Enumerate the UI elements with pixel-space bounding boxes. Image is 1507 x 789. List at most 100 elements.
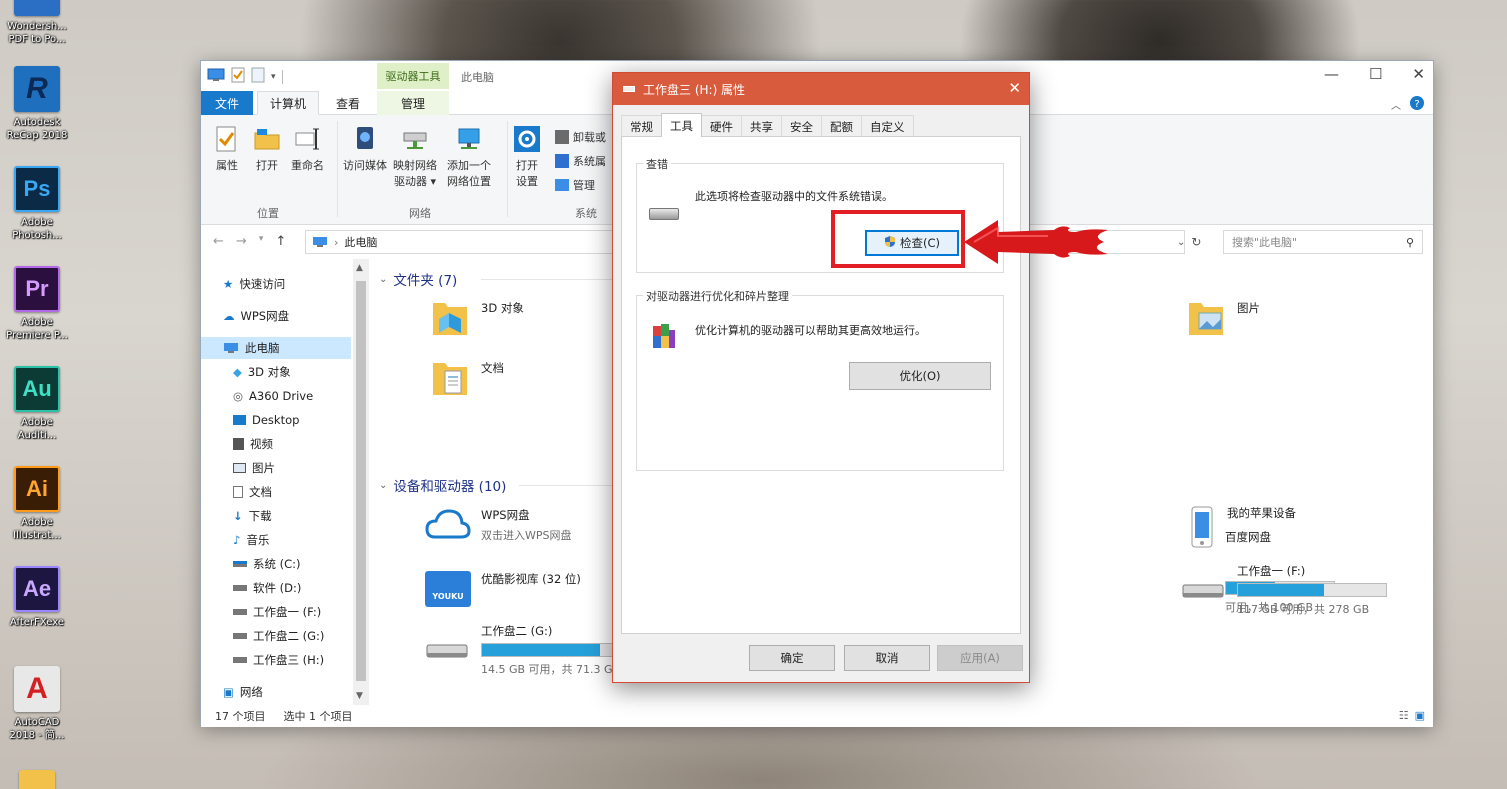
nav-item-drive-g[interactable]: 工作盘二 (G:) — [233, 627, 324, 645]
large-icons-view-icon[interactable]: ▣ — [1415, 709, 1425, 722]
cancel-label: 取消 — [875, 651, 899, 665]
nav-item-this-pc[interactable]: 此电脑 — [201, 337, 351, 359]
computer-icon[interactable] — [207, 68, 225, 85]
tab-view[interactable]: 查看 — [323, 91, 373, 115]
forward-arrow-icon[interactable]: → — [236, 234, 247, 249]
close-icon[interactable]: ✕ — [1008, 79, 1021, 97]
nav-item-network[interactable]: ▣ 网络 — [223, 683, 263, 701]
tab-customize[interactable]: 自定义 — [861, 115, 914, 137]
open-button[interactable]: 打开 — [253, 125, 281, 173]
nav-item-videos[interactable]: 视频 — [233, 435, 273, 453]
scrollbar-thumb[interactable] — [356, 281, 366, 681]
nav-item-drive-f[interactable]: 工作盘一 (F:) — [233, 603, 321, 621]
nav-item-wps-cloud[interactable]: ☁ WPS网盘 — [223, 307, 289, 325]
nav-item-desktop[interactable]: Desktop — [233, 411, 299, 429]
navigation-scrollbar[interactable]: ▲ ▼ — [353, 259, 369, 705]
collapse-ribbon-icon[interactable]: ︿ — [1391, 97, 1401, 112]
nav-item-drive-c[interactable]: 系统 (C:) — [233, 555, 301, 573]
cube-icon: ◆ — [233, 365, 242, 379]
nav-item-pictures[interactable]: 图片 — [233, 459, 275, 477]
desktop-icon-illustrator[interactable]: Ai Adobe Illustrat... — [2, 466, 72, 542]
nav-item-drive-d[interactable]: 软件 (D:) — [233, 579, 301, 597]
nav-item-3d-objects[interactable]: ◆ 3D 对象 — [233, 363, 291, 381]
add-location-button[interactable]: 添加一个 网络位置 — [447, 125, 491, 189]
folder-documents[interactable]: 文档 — [431, 355, 504, 399]
optimize-button[interactable]: 优化(O) — [849, 362, 991, 390]
folder-pictures[interactable]: 图片 — [1187, 295, 1260, 339]
system-properties-button[interactable]: 系统属 — [555, 153, 606, 169]
nav-item-a360[interactable]: ◎ A360 Drive — [233, 387, 313, 405]
folder-3d-objects[interactable]: 3D 对象 — [431, 295, 524, 339]
window-controls: — ☐ ✕ — [1324, 65, 1425, 83]
desktop-icon-aftereffects[interactable]: Ae AfterFXexe — [2, 566, 72, 629]
nav-item-music[interactable]: ♪ 音乐 — [233, 531, 269, 549]
nav-item-documents[interactable]: 文档 — [233, 483, 272, 501]
photoshop-icon: Ps — [14, 166, 60, 212]
device-drive-g[interactable]: 工作盘二 (G:) 14.5 GB 可用，共 71.3 G — [425, 623, 631, 677]
tab-tools[interactable]: 工具 — [661, 113, 702, 137]
map-drive-button[interactable]: 映射网络 驱动器 ▾ — [393, 125, 437, 189]
close-icon[interactable]: ✕ — [1412, 65, 1425, 83]
drive-icon — [233, 657, 247, 663]
ok-button[interactable]: 确定 — [749, 645, 835, 671]
access-media-button[interactable]: 访问媒体 — [343, 125, 387, 173]
desktop-icon-recap[interactable]: R Autodesk ReCap 2018 — [2, 66, 72, 142]
tab-sharing[interactable]: 共享 — [741, 115, 782, 137]
ribbon-help-area: ︿ ? — [1391, 95, 1425, 114]
tab-hardware[interactable]: 硬件 — [701, 115, 742, 137]
chevron-down-icon[interactable]: ▾ — [271, 72, 276, 82]
device-apple[interactable]: 我的苹果设备 — [1187, 505, 1296, 551]
manage-button[interactable]: 管理 — [555, 177, 595, 193]
desktop-icon-photoshop[interactable]: Ps Adobe Photosh... — [2, 166, 72, 242]
help-icon[interactable]: ? — [1409, 95, 1425, 114]
up-arrow-icon[interactable]: ↑ — [275, 234, 286, 249]
refresh-icon[interactable]: ↻ — [1191, 235, 1201, 249]
pdf-converter-icon — [14, 0, 60, 16]
properties-check-icon[interactable] — [231, 67, 245, 86]
desktop-icon-audition[interactable]: Au Adobe Auditi... — [2, 366, 72, 442]
desktop-icon-autocad[interactable]: A AutoCAD 2018 - 简... — [2, 666, 72, 742]
device-wps-cloud[interactable]: WPS网盘 双击进入WPS网盘 — [425, 507, 572, 543]
tab-general[interactable]: 常规 — [621, 115, 662, 137]
manage-label: 管理 — [573, 179, 595, 192]
nav-item-downloads[interactable]: ↓ 下载 — [233, 507, 272, 525]
address-history-chevron-icon[interactable]: ⌄ — [1177, 237, 1185, 248]
desktop-icon-premiere[interactable]: Pr Adobe Premiere P... — [2, 266, 72, 342]
device-subtitle: 双击进入WPS网盘 — [481, 529, 572, 542]
device-drive-f[interactable]: 工作盘一 (F:) 117 GB 可用，共 278 GB — [1181, 563, 1387, 617]
uninstall-button[interactable]: 卸载或 — [555, 129, 606, 145]
device-youku[interactable]: YOUKU 优酷影视库 (32 位) — [425, 571, 581, 607]
desktop-icon-wondershare[interactable]: Wondersh... PDF to Po... — [2, 0, 72, 46]
tab-file[interactable]: 文件 — [201, 91, 253, 115]
properties-button[interactable]: 属性 — [213, 125, 241, 173]
devices-group-header[interactable]: ⌄ 设备和驱动器 (10) — [379, 475, 506, 495]
usage-bar — [481, 643, 631, 657]
open-settings-button[interactable]: 打开 设置 — [513, 125, 541, 189]
a360-icon: ◎ — [233, 389, 244, 403]
search-input[interactable]: 搜索"此电脑" ⚲ — [1223, 230, 1423, 254]
rename-button[interactable]: 重命名 — [291, 125, 324, 173]
device-name: 优酷影视库 (32 位) — [481, 572, 581, 586]
tab-computer[interactable]: 计算机 — [257, 91, 319, 115]
nav-item-drive-h[interactable]: 工作盘三 (H:) — [233, 651, 324, 669]
back-arrow-icon[interactable]: ← — [213, 234, 224, 249]
folders-group-header[interactable]: ⌄ 文件夹 (7) — [379, 269, 457, 289]
recent-chevron-icon[interactable]: ▾ — [259, 234, 264, 249]
rename-label: 重命名 — [291, 159, 324, 172]
scroll-up-icon[interactable]: ▲ — [356, 263, 363, 273]
tab-security[interactable]: 安全 — [781, 115, 822, 137]
apply-button[interactable]: 应用(A) — [937, 645, 1023, 671]
breadcrumb[interactable]: 此电脑 — [344, 234, 377, 250]
cancel-button[interactable]: 取消 — [844, 645, 930, 671]
details-view-icon[interactable]: ☷ — [1399, 709, 1409, 722]
minimize-icon[interactable]: — — [1324, 65, 1339, 83]
maximize-icon[interactable]: ☐ — [1369, 65, 1382, 83]
nav-item-quick-access[interactable]: ★ 快速访问 — [223, 275, 285, 293]
chevron-down-icon: ⌄ — [379, 479, 388, 491]
tab-quota[interactable]: 配额 — [821, 115, 862, 137]
new-folder-icon[interactable] — [251, 67, 265, 86]
scroll-down-icon[interactable]: ▼ — [356, 691, 363, 701]
search-placeholder: 搜索"此电脑" — [1232, 236, 1298, 249]
tab-manage[interactable]: 管理 — [377, 91, 449, 115]
desktop-icon-partial[interactable] — [2, 770, 72, 789]
